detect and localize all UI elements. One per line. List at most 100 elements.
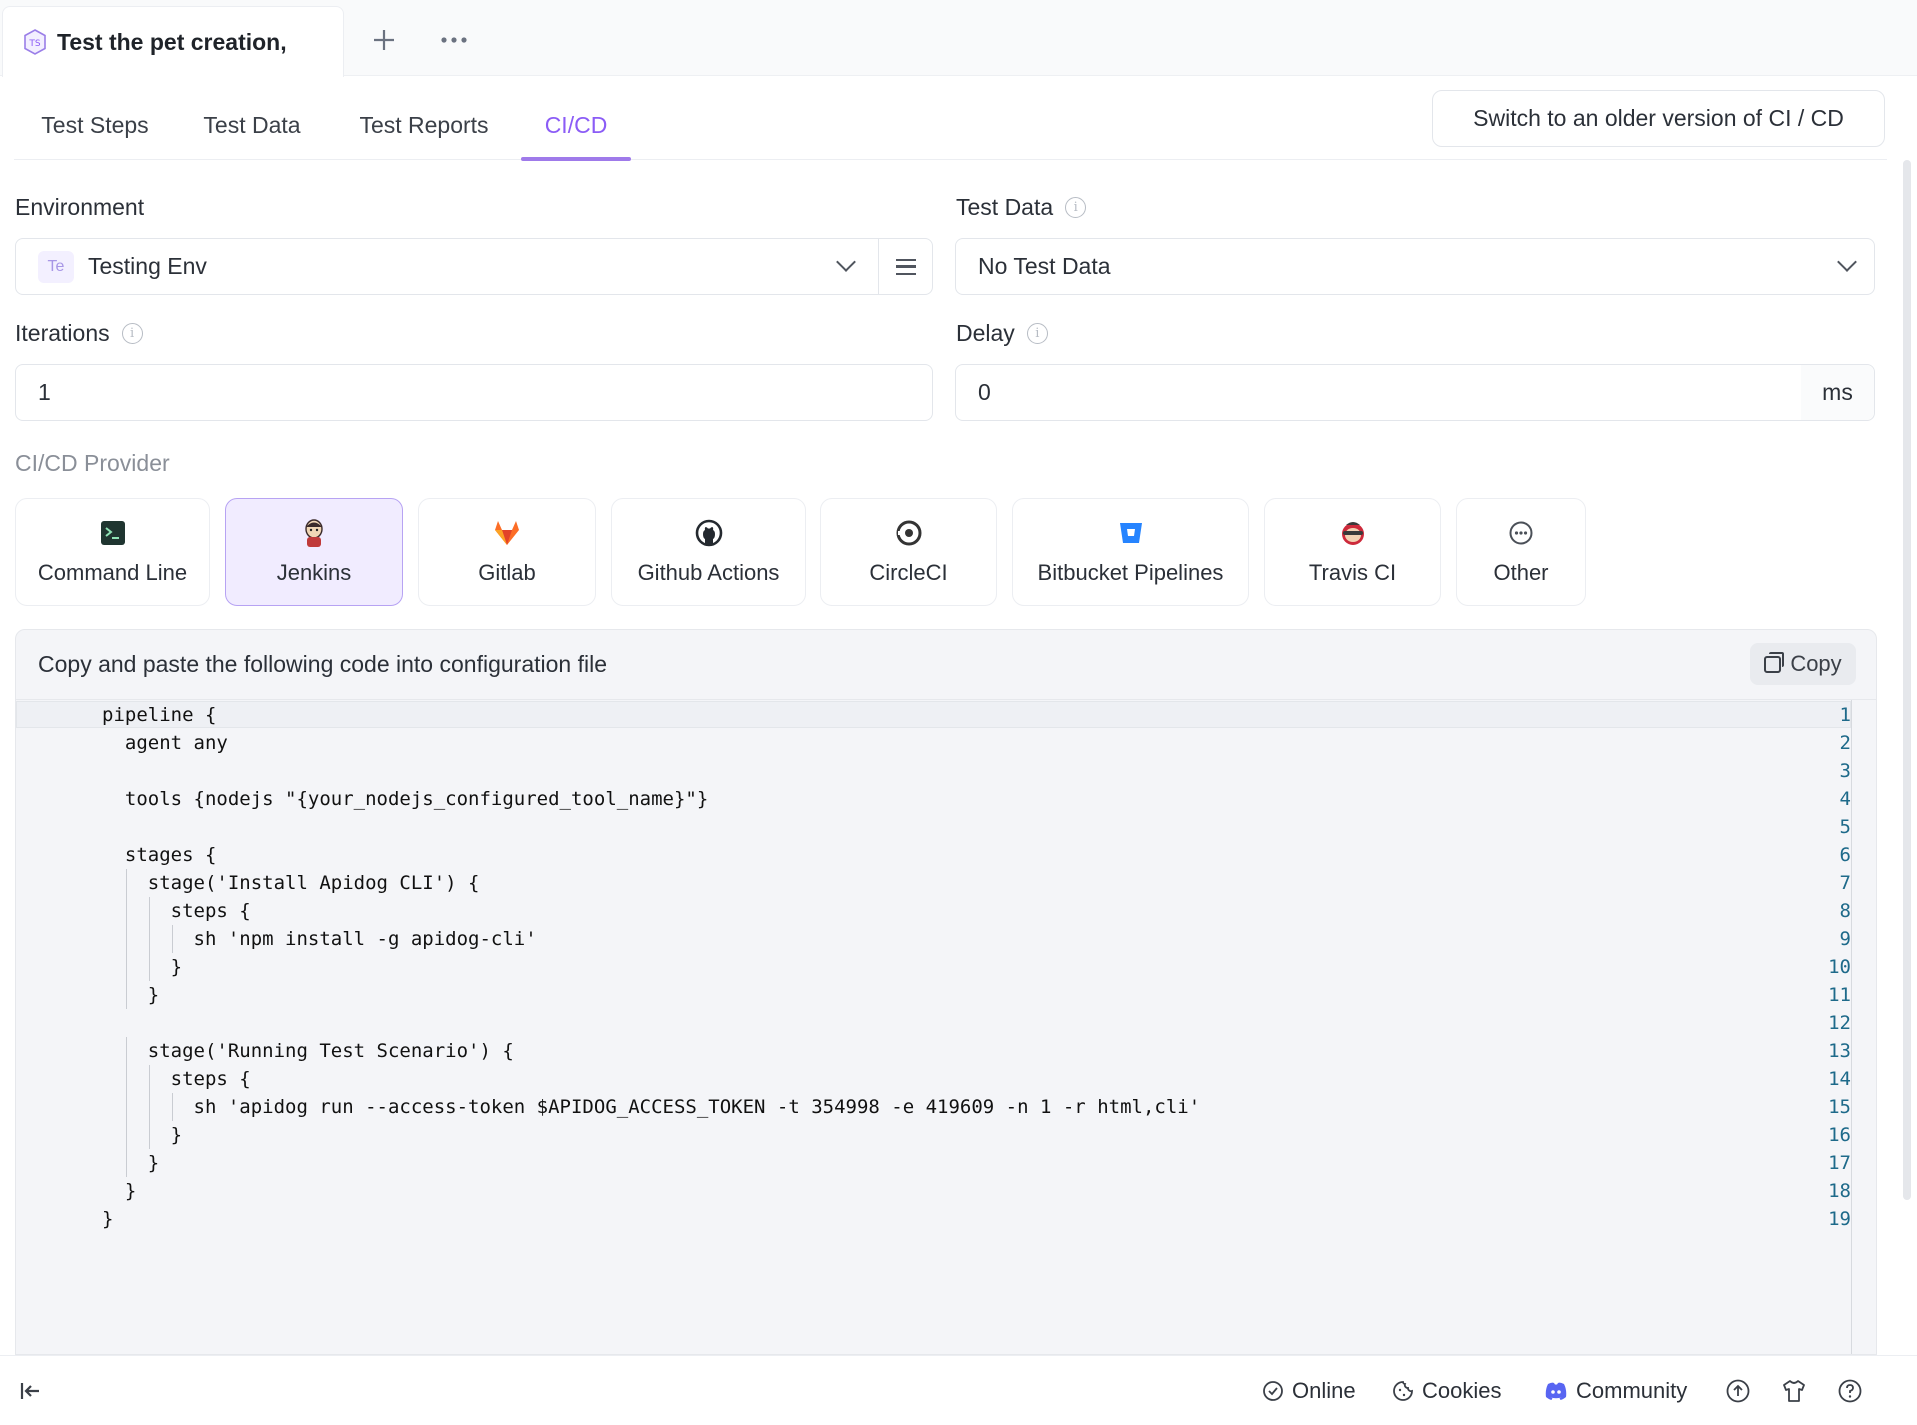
cookies-button[interactable]: Cookies (1392, 1374, 1501, 1408)
info-icon[interactable]: i (1026, 322, 1048, 344)
line-number: 11 (1828, 984, 1851, 1006)
check-circle-icon (1263, 1381, 1283, 1401)
online-label: Online (1292, 1378, 1356, 1403)
code-line: stage('Running Test Scenario') { (102, 1040, 514, 1062)
copy-icon (1764, 651, 1785, 673)
indent-guide (148, 1065, 150, 1093)
code-line: } (102, 1208, 114, 1230)
provider-label: Other (1493, 560, 1549, 585)
code-line: steps { (102, 1068, 251, 1090)
provider-circleci[interactable]: CircleCI (820, 498, 997, 606)
code-line: } (102, 1152, 160, 1174)
typescript-icon: TS (24, 29, 46, 55)
provider-other[interactable]: Other (1456, 498, 1586, 606)
code-line: steps { (102, 900, 251, 922)
line-number: 2 (1839, 732, 1851, 754)
iterations-label-text: Iterations (15, 319, 110, 346)
page-scrollbar[interactable] (1903, 160, 1911, 1200)
provider-label: Travis CI (1308, 560, 1397, 585)
tab-ci-cd[interactable]: CI/CD (521, 90, 631, 161)
info-icon[interactable]: i (1065, 196, 1087, 218)
svg-text:TS: TS (28, 39, 40, 49)
delay-unit: ms (1801, 365, 1874, 420)
indent-guide (148, 925, 150, 953)
environment-manage-button[interactable] (877, 238, 933, 295)
indent-guide (148, 1093, 150, 1121)
iterations-input[interactable]: 1 (15, 364, 933, 421)
switch-older-version-button[interactable]: Switch to an older version of CI / CD (1432, 90, 1885, 147)
provider-bitbucket-pipelines[interactable]: Bitbucket Pipelines (1012, 498, 1249, 606)
online-status[interactable]: Online (1262, 1374, 1356, 1408)
provider-label: Command Line (37, 560, 188, 585)
provider-gitlab[interactable]: Gitlab (418, 498, 596, 606)
test-data-value: No Test Data (978, 253, 1111, 279)
line-number: 9 (1839, 928, 1851, 950)
indent-guide (125, 981, 127, 1009)
terminal-icon (98, 518, 128, 548)
test-data-select[interactable]: No Test Data (955, 238, 1875, 295)
tab-test-steps[interactable]: Test Steps (36, 90, 154, 160)
line-number: 4 (1839, 788, 1851, 810)
ci-cd-provider-label: CI/CD Provider (15, 450, 170, 476)
delay-input[interactable]: 0 ms (955, 364, 1875, 421)
copy-button[interactable]: Copy (1750, 643, 1856, 685)
delay-label: Delay i (956, 316, 1048, 350)
environment-select[interactable]: Te Testing Env (15, 238, 933, 295)
indent-guide (171, 925, 173, 953)
provider-label: Bitbucket Pipelines (1037, 560, 1224, 585)
chevron-down-icon (836, 252, 856, 272)
cookies-label: Cookies (1422, 1378, 1502, 1403)
document-tab-title: Test the pet creation, (57, 28, 287, 55)
community-label: Community (1576, 1378, 1688, 1403)
iterations-value: 1 (38, 379, 51, 405)
tab-test-data[interactable]: Test Data (200, 90, 304, 160)
upload-circle-icon[interactable] (1725, 1378, 1751, 1404)
bitbucket-icon (1116, 518, 1146, 548)
code-scrollbar[interactable] (1851, 700, 1876, 1354)
provider-command-line[interactable]: Command Line (15, 498, 210, 606)
code-line: sh 'apidog run --access-token $APIDOG_AC… (102, 1096, 1201, 1118)
indent-guide (125, 1149, 127, 1177)
environment-label: Environment (15, 193, 145, 220)
info-icon[interactable]: i (121, 322, 143, 344)
code-line: pipeline { (102, 704, 217, 726)
add-tab-button[interactable] (368, 24, 400, 56)
iterations-label: Iterations i (15, 316, 143, 350)
document-tab[interactable]: TS Test the pet creation, (2, 6, 344, 77)
ellipsis-icon (441, 37, 467, 43)
indent-guide (148, 897, 150, 925)
line-number: 8 (1839, 900, 1851, 922)
delay-label-text: Delay (956, 319, 1015, 346)
document-tab-bar: TS Test the pet creation, (0, 0, 1917, 77)
circleci-icon (894, 518, 924, 548)
community-button[interactable]: Community (1544, 1374, 1687, 1408)
environment-value: Testing Env (88, 253, 207, 279)
provider-label: Jenkins (276, 560, 352, 585)
provider-label: Github Actions (637, 560, 780, 585)
line-number: 16 (1828, 1124, 1851, 1146)
provider-jenkins[interactable]: Jenkins (225, 498, 403, 606)
collapse-sidebar-icon[interactable] (18, 1379, 42, 1403)
provider-travis-ci[interactable]: Travis CI (1264, 498, 1441, 606)
indent-guide (148, 953, 150, 981)
provider-label: CircleCI (869, 560, 948, 585)
line-number: 1 (1839, 704, 1851, 726)
travis-icon (1338, 518, 1368, 548)
cookie-icon (1393, 1381, 1413, 1401)
more-tabs-button[interactable] (438, 24, 470, 56)
help-icon[interactable] (1837, 1378, 1863, 1404)
line-number: 7 (1839, 872, 1851, 894)
line-number: 10 (1828, 956, 1851, 978)
provider-label: Gitlab (478, 560, 536, 585)
indent-guide (125, 1065, 127, 1093)
line-number: 3 (1839, 760, 1851, 782)
chevron-down-icon (1837, 252, 1857, 272)
test-data-label-text: Test Data (956, 193, 1054, 220)
github-icon (694, 518, 724, 548)
shirt-icon[interactable] (1781, 1378, 1807, 1404)
tab-test-reports[interactable]: Test Reports (354, 90, 494, 160)
line-number: 15 (1828, 1096, 1851, 1118)
menu-icon (896, 259, 916, 275)
provider-github-actions[interactable]: Github Actions (611, 498, 806, 606)
code-editor[interactable]: 1 pipeline {2 agent any 3 4 tools {nodejs "… (16, 700, 1851, 1354)
